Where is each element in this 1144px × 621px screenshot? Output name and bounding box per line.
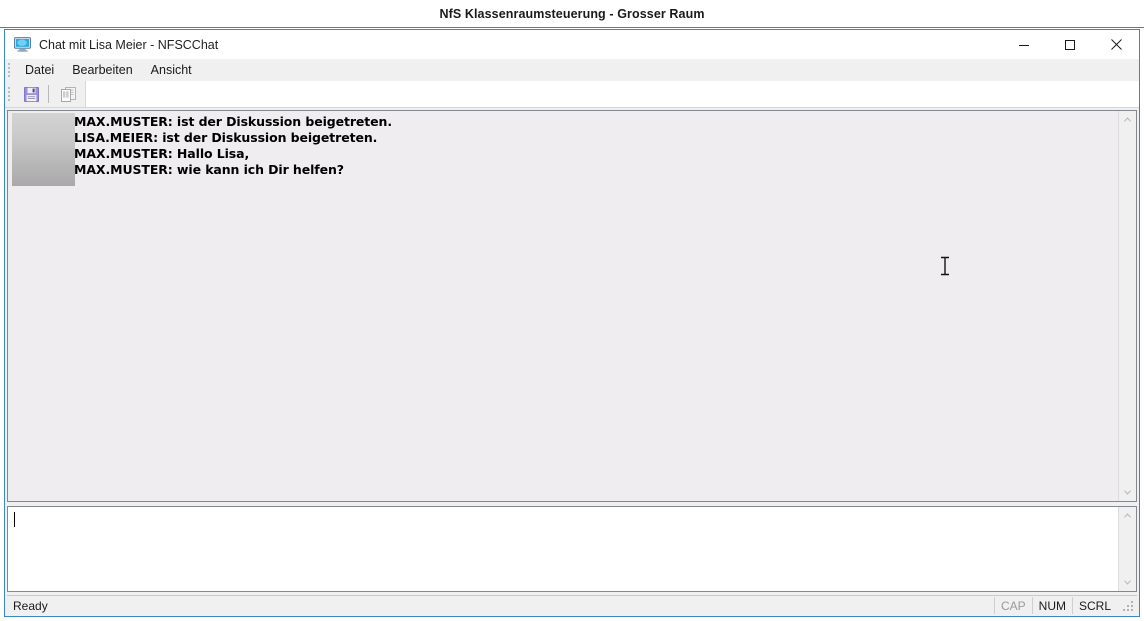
status-indicators: CAP NUM SCRL <box>993 597 1137 614</box>
chevron-up-icon <box>1123 513 1132 518</box>
statusbar: Ready CAP NUM SCRL <box>7 595 1137 615</box>
chat-window-titlebar[interactable]: Chat mit Lisa Meier - NFSCChat <box>5 30 1139 59</box>
input-scrollbar[interactable] <box>1118 507 1136 591</box>
chat-transcript-pane[interactable]: MAX.MUSTER: ist der Diskussion beigetret… <box>7 110 1137 502</box>
floppy-disk-icon <box>23 86 39 102</box>
chevron-up-icon <box>1123 117 1132 122</box>
chevron-down-icon <box>1123 580 1132 585</box>
toolbar-separator <box>48 85 49 103</box>
maximize-icon <box>1065 39 1075 50</box>
message-input-body[interactable] <box>8 507 1118 591</box>
text-cursor-icon <box>941 256 949 276</box>
toolbar-grip[interactable] <box>7 86 14 102</box>
chat-message: MAX.MUSTER: ist der Diskussion beigetret… <box>74 114 392 129</box>
minimize-button[interactable] <box>1001 30 1047 59</box>
close-button[interactable] <box>1093 30 1139 59</box>
toolbar-empty-area <box>85 81 1139 107</box>
chat-message: MAX.MUSTER: Hallo Lisa, <box>74 146 250 161</box>
toolbar <box>5 81 1139 108</box>
chat-window: Chat mit Lisa Meier - NFSCChat Datei Bea… <box>4 29 1140 617</box>
chat-transcript-body[interactable]: MAX.MUSTER: ist der Diskussion beigetret… <box>8 111 1118 501</box>
save-button[interactable] <box>19 83 43 106</box>
input-scroll-track[interactable] <box>1119 524 1136 574</box>
menu-item-ansicht[interactable]: Ansicht <box>142 60 201 80</box>
window-controls <box>1001 30 1139 59</box>
chat-message: LISA.MEIER: ist der Diskussion beigetret… <box>74 130 378 145</box>
transcript-scroll-track[interactable] <box>1119 128 1136 484</box>
input-scroll-down-button[interactable] <box>1119 574 1136 591</box>
transcript-scroll-up-button[interactable] <box>1119 111 1136 128</box>
outer-window-title: NfS Klassenraumsteuerung - Grosser Raum <box>439 6 705 21</box>
close-icon <box>1110 39 1122 50</box>
input-scroll-up-button[interactable] <box>1119 507 1136 524</box>
chat-message: MAX.MUSTER: wie kann ich Dir helfen? <box>74 162 344 177</box>
status-badge-cap: CAP <box>993 597 1032 614</box>
status-message: Ready <box>13 598 48 613</box>
text-caret <box>14 512 15 527</box>
outer-window-titlebar: NfS Klassenraumsteuerung - Grosser Raum <box>0 0 1144 28</box>
copy-button[interactable] <box>57 83 81 106</box>
copy-icon <box>61 86 76 102</box>
monitor-screen-icon <box>14 37 31 52</box>
chat-window-title: Chat mit Lisa Meier - NFSCChat <box>39 37 219 52</box>
menubar: Datei Bearbeiten Ansicht <box>5 59 1139 81</box>
status-badge-scrl: SCRL <box>1071 597 1117 614</box>
transcript-scrollbar[interactable] <box>1118 111 1136 501</box>
chevron-down-icon <box>1123 490 1132 495</box>
application-window: NfS Klassenraumsteuerung - Grosser Raum … <box>0 0 1144 621</box>
maximize-button[interactable] <box>1047 30 1093 59</box>
resize-grip[interactable] <box>1121 599 1135 613</box>
status-badge-num: NUM <box>1031 597 1072 614</box>
transcript-scroll-down-button[interactable] <box>1119 484 1136 501</box>
minimize-icon <box>1019 44 1029 46</box>
message-input-pane[interactable] <box>7 506 1137 592</box>
menu-item-bearbeiten[interactable]: Bearbeiten <box>63 60 141 80</box>
menu-item-datei[interactable]: Datei <box>16 60 63 80</box>
menubar-grip[interactable] <box>7 62 14 78</box>
